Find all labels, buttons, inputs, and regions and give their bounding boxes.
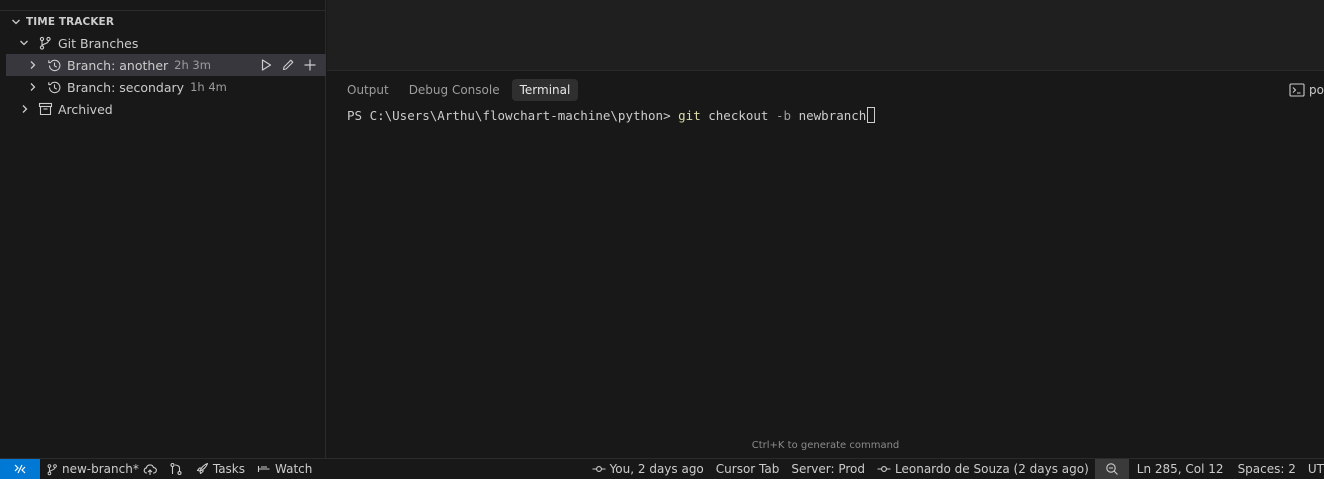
panel-tabs: Output Debug Console Terminal <box>339 78 579 102</box>
cursor-tab-status[interactable]: Cursor Tab <box>710 459 786 479</box>
terminal-profile-label: po <box>1309 83 1324 97</box>
tree-item-archived[interactable]: Archived <box>0 98 320 120</box>
chevron-down-icon <box>8 14 24 30</box>
indentation-status[interactable]: Spaces: 2 <box>1230 459 1302 479</box>
tasks-label: Tasks <box>212 462 246 476</box>
tree-item-branch-secondary[interactable]: Branch: secondary 1h 4m <box>6 76 326 98</box>
tab-terminal[interactable]: Terminal <box>511 79 579 101</box>
terminal-args: checkout <box>700 107 776 123</box>
status-bar-right: You, 2 days ago Cursor Tab Server: Prod … <box>586 459 1324 479</box>
section-header-time-tracker[interactable]: TIME TRACKER <box>0 12 326 32</box>
zoom-button[interactable] <box>1094 459 1129 479</box>
branch-duration: 1h 4m <box>190 80 227 94</box>
terminal-profile[interactable]: po <box>1289 80 1324 100</box>
author-blame-label: Leonardo de Souza (2 days ago) <box>895 462 1089 476</box>
bottom-panel: Output Debug Console Terminal po PS C:\U… <box>327 72 1324 458</box>
pencil-icon[interactable] <box>278 55 298 75</box>
tree-item-git-branches[interactable]: Git Branches <box>0 32 320 54</box>
terminal-icon <box>1289 83 1305 97</box>
encoding-status[interactable]: UT <box>1302 459 1324 479</box>
watch-label: Watch <box>275 462 313 476</box>
remote-icon <box>13 462 27 476</box>
branch-status[interactable]: new-branch* <box>40 459 163 479</box>
chevron-right-icon <box>25 79 41 95</box>
rocket-icon <box>195 462 209 476</box>
terminal-flag: -b <box>775 107 792 123</box>
cloud-upload-icon[interactable] <box>143 463 157 476</box>
chevron-right-icon <box>17 101 33 117</box>
branch-duration: 2h 3m <box>174 58 211 72</box>
terminal-prompt: PS C:\Users\Arthu\flowchart-machine\pyth… <box>347 107 679 123</box>
divider <box>0 10 326 11</box>
row-actions <box>256 54 320 76</box>
source-control-graph[interactable] <box>163 459 189 479</box>
add-icon[interactable] <box>300 55 320 75</box>
tree-item-label: Git Branches <box>58 35 139 51</box>
tab-output[interactable]: Output <box>339 79 397 101</box>
terminal-line[interactable]: PS C:\Users\Arthu\flowchart-machine\pyth… <box>347 106 876 124</box>
editor-area <box>327 0 1324 71</box>
git-commit-icon <box>877 464 891 474</box>
blame-label: You, 2 days ago <box>609 462 704 476</box>
sidebar: TIME TRACKER Git Branches Branch: anothe… <box>0 0 326 458</box>
git-branch-icon <box>36 35 54 51</box>
branch-label: Branch: another <box>67 57 169 73</box>
branch-label: Branch: secondary <box>67 79 185 95</box>
cursor-position[interactable]: Ln 285, Col 12 <box>1129 459 1230 479</box>
remote-indicator[interactable] <box>0 459 40 479</box>
play-icon[interactable] <box>256 55 276 75</box>
line-blame-status[interactable]: Leonardo de Souza (2 days ago) <box>871 459 1095 479</box>
git-compare-icon <box>169 462 183 476</box>
archive-icon <box>36 101 54 117</box>
generate-command-hint: Ctrl+K to generate command <box>751 440 900 451</box>
tasks-button[interactable]: Tasks <box>189 459 251 479</box>
history-icon <box>45 57 63 73</box>
terminal-args: newbranch <box>791 107 867 123</box>
terminal-cursor <box>867 107 876 123</box>
history-icon <box>45 79 63 95</box>
tab-debug-console[interactable]: Debug Console <box>401 79 508 101</box>
tree-item-branch-another[interactable]: Branch: another 2h 3m <box>6 54 326 76</box>
git-branch-icon <box>46 463 58 476</box>
git-commit-icon <box>592 464 606 474</box>
watch-button[interactable]: Watch <box>251 459 318 479</box>
git-blame-status[interactable]: You, 2 days ago <box>586 459 710 479</box>
server-status[interactable]: Server: Prod <box>785 459 871 479</box>
branch-name: new-branch* <box>62 462 139 476</box>
broadcast-icon <box>257 463 271 475</box>
chevron-down-icon <box>16 35 32 51</box>
status-bar: new-branch* Tasks Watch You, 2 days ago … <box>0 458 1324 479</box>
tree-item-label: Archived <box>58 101 113 117</box>
section-title: TIME TRACKER <box>26 16 115 28</box>
chevron-right-icon <box>25 57 41 73</box>
zoom-out-icon <box>1105 462 1119 476</box>
terminal-command: git <box>678 107 701 123</box>
